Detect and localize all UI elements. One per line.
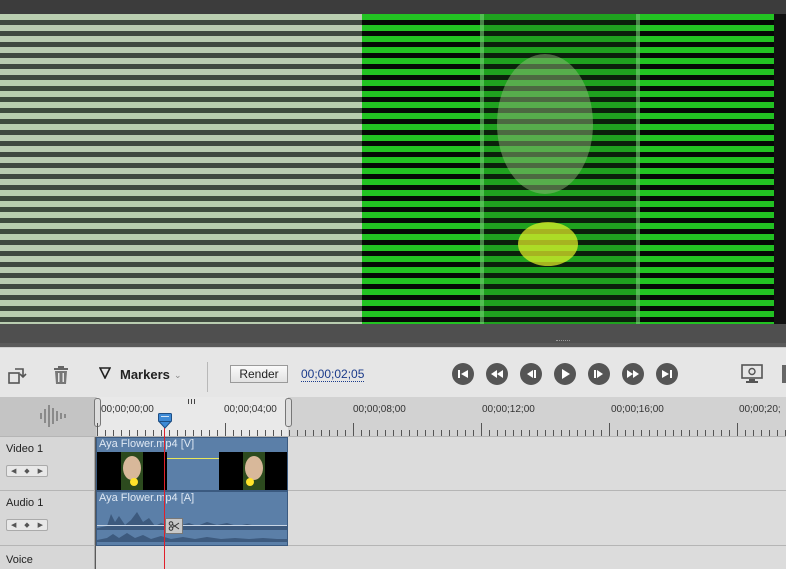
track-body-video1[interactable]: Aya Flower.mp4 [V] xyxy=(96,437,786,491)
clip-thumbnail xyxy=(97,452,167,490)
playhead-line xyxy=(164,420,165,569)
keyframe-navigator[interactable]: ◀ ◆ ▶ xyxy=(6,465,48,477)
ruler-label-1: 00;00;04;00 xyxy=(224,404,277,415)
timeline-ruler[interactable]: 00;00;00;00 00;00;04;00 00;00;08;00 00;0… xyxy=(0,397,786,437)
track-body-voice[interactable] xyxy=(96,546,786,569)
video-clip[interactable]: Aya Flower.mp4 [V] xyxy=(96,437,288,491)
timeline-toolbar: Markers ⌄ Render 00;00;02;05 xyxy=(0,347,786,398)
ruler-label-5: 00;00;20; xyxy=(739,404,781,415)
zoom-grip-icon[interactable] xyxy=(188,399,196,404)
clip-label: Aya Flower.mp4 [V] xyxy=(99,438,195,450)
track-name-audio1: Audio 1 xyxy=(6,497,44,509)
track-name-video1: Video 1 xyxy=(6,443,44,455)
preview-monitor xyxy=(0,0,786,343)
marker-icon[interactable] xyxy=(99,367,111,379)
step-forward-icon[interactable] xyxy=(588,363,610,385)
current-timecode[interactable]: 00;00;02;05 xyxy=(301,367,365,382)
ruler-label-4: 00;00;16;00 xyxy=(611,404,664,415)
track-body-audio1[interactable]: Aya Flower.mp4 [A] xyxy=(96,491,786,546)
clip-thumbnail xyxy=(219,452,287,490)
next-keyframe-icon[interactable]: ▶ xyxy=(38,521,43,529)
play-icon[interactable] xyxy=(554,363,576,385)
chevron-down-icon[interactable]: ⌄ xyxy=(174,370,182,381)
track-header-voice[interactable]: Voice xyxy=(0,546,95,569)
render-button[interactable]: Render xyxy=(230,365,288,383)
ruler-label-0: 00;00;00;00 xyxy=(101,404,154,415)
fast-forward-icon[interactable] xyxy=(622,363,644,385)
ruler-label-3: 00;00;12;00 xyxy=(482,404,535,415)
prev-keyframe-icon[interactable]: ◀ xyxy=(11,467,16,475)
rotate-icon[interactable] xyxy=(6,364,28,386)
markers-menu-label[interactable]: Markers xyxy=(120,367,170,382)
monitor-settings-icon[interactable] xyxy=(740,363,764,385)
toolbar-divider xyxy=(207,362,208,392)
trash-icon[interactable] xyxy=(50,364,72,386)
go-to-start-icon[interactable] xyxy=(452,363,474,385)
ruler-ticks xyxy=(97,423,786,436)
audio-clip[interactable]: Aya Flower.mp4 [A] xyxy=(96,491,288,546)
playhead-handle[interactable] xyxy=(158,413,172,429)
panel-resize-grip[interactable] xyxy=(556,340,570,343)
ruler-label-2: 00;00;08;00 xyxy=(353,404,406,415)
scissors-icon[interactable] xyxy=(165,518,183,534)
audio-meter-header xyxy=(0,397,96,436)
track-header-audio1[interactable]: Audio 1 ◀ ◆ ▶ xyxy=(0,491,95,546)
panel-edge xyxy=(782,365,786,383)
add-keyframe-icon[interactable]: ◆ xyxy=(24,521,29,529)
add-keyframe-icon[interactable]: ◆ xyxy=(24,467,29,475)
audio-waveform-icon[interactable] xyxy=(0,397,96,436)
audio-waveform xyxy=(97,512,287,542)
track-header-video1[interactable]: Video 1 ◀ ◆ ▶ xyxy=(0,437,95,491)
step-back-icon[interactable] xyxy=(520,363,542,385)
monitor-bottom-bar xyxy=(0,324,786,343)
video-preview-frame xyxy=(0,14,786,324)
next-keyframe-icon[interactable]: ▶ xyxy=(38,467,43,475)
track-name-voice: Voice xyxy=(6,554,33,566)
monitor-top-bar xyxy=(0,0,786,14)
go-to-end-icon[interactable] xyxy=(656,363,678,385)
keyframe-navigator[interactable]: ◀ ◆ ▶ xyxy=(6,519,48,531)
prev-keyframe-icon[interactable]: ◀ xyxy=(11,521,16,529)
rewind-icon[interactable] xyxy=(486,363,508,385)
